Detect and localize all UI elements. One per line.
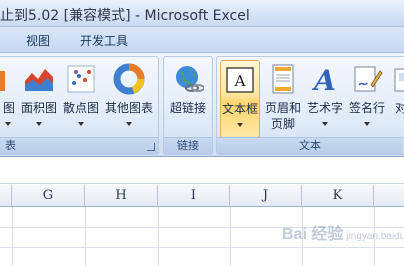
other-charts-button[interactable]: 其他图表 [103,60,155,138]
chevron-down-icon [364,122,370,126]
ribbon: 图 面积图 散点图 其他图表 表 超链接 链接 A 文本框 页眉和 页脚 A 艺… [0,53,404,157]
grid-line [158,207,159,266]
text-group: A 文本框 页眉和 页脚 A 艺术字 签名行 对 文本 [216,56,404,155]
chart-group: 图 面积图 散点图 其他图表 表 [0,56,159,155]
textbox-label: 文本框 [221,102,258,116]
object-button-partial[interactable]: 对 [391,60,404,138]
textbox-button[interactable]: A 文本框 [220,60,260,138]
wordart-label: 艺术字 [306,101,343,115]
chevron-down-icon [322,122,328,126]
baidu-watermark: Bai 经验jingyan.baidu.com [282,220,404,244]
column-header-partial[interactable] [0,185,12,207]
header-footer-icon [272,64,294,94]
svg-text:A: A [311,64,336,95]
chart-button-label: 图 [2,101,15,115]
wordart-button[interactable]: A 艺术字 [305,60,345,138]
area-chart-button[interactable]: 面积图 [19,60,59,138]
object-icon [394,68,404,92]
column-header-h[interactable]: H [85,185,158,207]
column-header-row: G H I J K [0,185,404,207]
column-header-k[interactable]: K [302,185,374,207]
grid-line [230,207,231,266]
tab-developer[interactable]: 开发工具 [80,32,128,49]
globe-link-icon [176,66,204,92]
signature-line-label: 签名行 [348,101,385,115]
tab-view[interactable]: 视图 [26,32,50,49]
watermark-text: Bai 经验 [282,226,344,243]
wordart-icon: A [311,64,336,95]
chevron-down-icon [126,122,132,126]
header-footer-button[interactable]: 页眉和 页脚 [263,60,303,138]
chart-group-label: 表 [0,137,158,154]
chart-button-partial[interactable]: 图 [0,60,17,138]
header-footer-label-line2: 页脚 [270,117,295,131]
link-group: 超链接 链接 [163,56,213,155]
scatter-chart-button[interactable]: 散点图 [61,60,101,138]
signature-pen-icon [354,66,383,92]
dialog-launcher-icon[interactable] [147,143,155,151]
other-charts-label: 其他图表 [104,101,153,115]
object-label: 对 [395,101,404,115]
chevron-down-icon [78,122,84,126]
grid-line [85,207,86,266]
chart-icon [0,71,5,91]
column-header-g[interactable]: G [12,185,85,207]
hyperlink-label: 超链接 [169,101,206,115]
watermark-sub: jingyan.baidu.com [346,231,404,242]
donut-chart-icon [113,63,145,95]
link-group-label: 链接 [164,137,212,154]
signature-line-button[interactable]: 签名行 [347,60,387,138]
grid-line [0,247,404,248]
chevron-down-icon [5,122,11,126]
chevron-down-icon [36,122,42,126]
area-chart-icon [25,69,53,91]
grid-line [12,207,13,266]
window-title: 截止到5.02 [兼容模式] - Microsoft Excel [0,8,250,24]
text-group-label: 文本 [217,137,403,154]
chevron-down-icon [237,123,243,127]
ribbon-tab-row: 视图 开发工具 [0,27,404,53]
area-chart-label: 面积图 [20,101,57,115]
hyperlink-button[interactable]: 超链接 [166,60,210,138]
column-header-i[interactable]: I [158,185,230,207]
column-header-j[interactable]: J [230,185,302,207]
title-bar: 截止到5.02 [兼容模式] - Microsoft Excel [0,0,404,27]
header-footer-label: 页眉和 [264,101,301,115]
svg-text:A: A [234,72,246,90]
scatter-chart-label: 散点图 [62,101,99,115]
scatter-chart-icon [67,65,95,93]
textbox-icon: A [226,67,254,93]
formula-bar[interactable] [0,158,404,184]
